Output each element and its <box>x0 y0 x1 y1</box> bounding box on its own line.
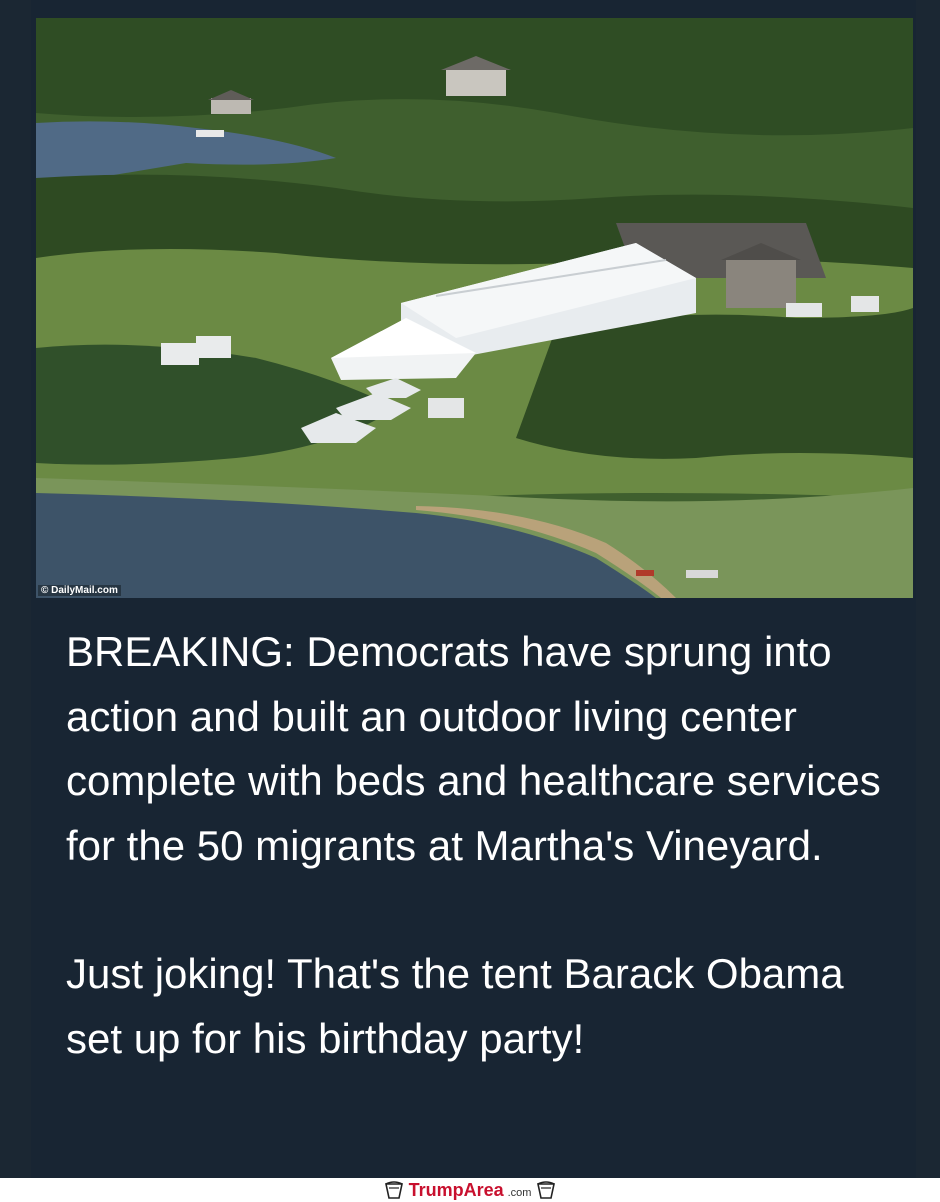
message-paragraph-breaking: BREAKING: Democrats have sprung into act… <box>66 628 881 869</box>
cup-icon <box>537 1181 556 1199</box>
photo-credit: © DailyMail.com <box>38 585 121 596</box>
message-text: BREAKING: Democrats have sprung into act… <box>66 620 896 1071</box>
aerial-photo-illustration <box>36 18 913 598</box>
aerial-photo[interactable]: © DailyMail.com <box>36 18 913 598</box>
watermark-footer: TrumpArea .com <box>0 1178 940 1202</box>
watermark-tld: .com <box>507 1186 532 1199</box>
cup-icon <box>384 1181 403 1199</box>
message-paragraph-joke: Just joking! That's the tent Barack Obam… <box>66 950 844 1062</box>
watermark-brand: TrumpArea <box>408 1179 504 1200</box>
